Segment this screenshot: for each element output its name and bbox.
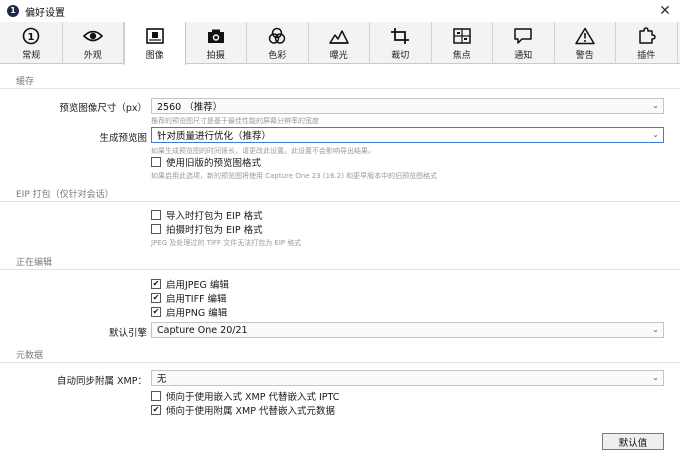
prefer-embedded-xmp-label: 倾向于使用嵌入式 XMP 代替嵌入式 IPTC xyxy=(166,392,340,403)
tab-label: 裁切 xyxy=(391,51,410,61)
eip-import-checkbox[interactable] xyxy=(151,210,161,220)
preview-size-value: 2560 （推荐） xyxy=(157,102,223,113)
tiff-editing-checkbox[interactable]: ✔ xyxy=(151,293,161,303)
tab-focus[interactable]: 焦点 xyxy=(432,22,493,64)
tab-plugins[interactable]: 插件 xyxy=(616,22,678,64)
divider xyxy=(0,88,680,89)
jpeg-editing-label: 启用JPEG 编辑 xyxy=(166,280,229,291)
tab-crop[interactable]: 裁切 xyxy=(370,22,432,64)
divider xyxy=(0,201,680,202)
tab-notifications[interactable]: 通知 xyxy=(493,22,555,64)
tab-exposure[interactable]: 曝光 xyxy=(309,22,370,64)
default-engine-value: Capture One 20/21 xyxy=(157,324,248,336)
preview-size-select[interactable]: 2560 （推荐） ⌄ xyxy=(151,98,664,114)
tab-label: 通知 xyxy=(514,51,533,61)
prefer-sidecar-xmp-label: 倾向于使用附属 XMP 代替嵌入式元数据 xyxy=(166,406,335,417)
section-header-editing: 正在编辑 xyxy=(16,258,53,268)
divider xyxy=(0,269,680,270)
tab-label: 曝光 xyxy=(329,51,348,61)
info-circle-icon: 1 xyxy=(22,27,40,45)
default-engine-label: 默认引擎 xyxy=(108,328,147,339)
generate-preview-label: 生成预览图 xyxy=(99,133,147,144)
eip-import-checkbox-row[interactable]: 导入时打包为 EIP 格式 xyxy=(151,209,263,222)
prefer-embedded-xmp-checkbox-row[interactable]: 倾向于使用嵌入式 XMP 代替嵌入式 IPTC xyxy=(151,390,340,403)
legacy-preview-checkbox-row[interactable]: 使用旧版的预览图格式 xyxy=(151,156,262,169)
crop-icon xyxy=(391,28,410,44)
color-circles-icon xyxy=(269,27,286,44)
tab-warnings[interactable]: 警告 xyxy=(555,22,616,64)
exposure-mountain-icon xyxy=(329,30,349,44)
sync-xmp-value: 无 xyxy=(157,374,167,385)
tab-label: 外观 xyxy=(83,51,102,61)
camera-icon xyxy=(207,29,224,43)
legacy-preview-label: 使用旧版的预览图格式 xyxy=(166,158,262,169)
speech-bubble-icon xyxy=(514,28,532,44)
tiff-editing-label: 启用TIFF 编辑 xyxy=(166,294,227,305)
png-editing-checkbox-row[interactable]: ✔ 启用PNG 编辑 xyxy=(151,306,228,319)
generate-preview-select[interactable]: 针对质量进行优化（推荐） ⌄ xyxy=(151,127,664,143)
focus-icon xyxy=(453,28,471,44)
tab-general[interactable]: 1 常规 xyxy=(1,22,63,64)
preview-size-label: 预览图像尺寸（px） xyxy=(59,103,147,114)
svg-text:1: 1 xyxy=(28,32,35,43)
sync-xmp-label: 自动同步附属 XMP： xyxy=(57,376,147,387)
jpeg-editing-checkbox[interactable]: ✔ xyxy=(151,279,161,289)
tab-label: 插件 xyxy=(637,51,656,61)
tab-appearance[interactable]: 外观 xyxy=(63,22,124,64)
tab-capture[interactable]: 拍摄 xyxy=(186,22,247,64)
eye-icon xyxy=(82,30,103,42)
preferences-tab-bar: 1 常规 外观 图像 拍摄 色彩 曝光 裁切 焦点 通知 警告 插件 xyxy=(0,22,680,65)
prefer-sidecar-xmp-checkbox[interactable]: ✔ xyxy=(151,405,161,415)
chevron-down-icon: ⌄ xyxy=(652,325,659,334)
preview-size-hint: 推荐的预览图尺寸是基于最佳性能的屏幕分辨率的宽度 xyxy=(151,117,319,125)
tab-image[interactable]: 图像 xyxy=(124,22,186,65)
eip-capture-checkbox-row[interactable]: 拍摄时打包为 EIP 格式 xyxy=(151,223,263,236)
tab-label: 拍摄 xyxy=(206,51,225,61)
generate-preview-value: 针对质量进行优化（推荐） xyxy=(157,131,272,142)
legacy-preview-checkbox[interactable] xyxy=(151,157,161,167)
image-frame-icon xyxy=(145,28,164,44)
chevron-down-icon: ⌄ xyxy=(652,101,659,110)
jpeg-editing-checkbox-row[interactable]: ✔ 启用JPEG 编辑 xyxy=(151,278,229,291)
tab-label: 常规 xyxy=(22,51,41,61)
prefer-embedded-xmp-checkbox[interactable] xyxy=(151,391,161,401)
close-button[interactable]: ✕ xyxy=(656,2,674,20)
app-logo-icon: 1 xyxy=(7,5,19,17)
close-icon: ✕ xyxy=(659,3,671,19)
chevron-down-icon: ⌄ xyxy=(652,130,659,139)
tab-color[interactable]: 色彩 xyxy=(247,22,309,64)
eip-capture-checkbox[interactable] xyxy=(151,224,161,234)
png-editing-checkbox[interactable]: ✔ xyxy=(151,307,161,317)
prefer-sidecar-xmp-checkbox-row[interactable]: ✔ 倾向于使用附属 XMP 代替嵌入式元数据 xyxy=(151,404,335,417)
sync-xmp-select[interactable]: 无 ⌄ xyxy=(151,370,664,386)
section-header-cache: 缓存 xyxy=(16,77,35,87)
puzzle-piece-icon xyxy=(639,27,656,44)
warning-triangle-icon xyxy=(575,27,595,45)
legacy-preview-hint: 如果启用此选项，新的预览图将使用 Capture One 23 (16.2) 和… xyxy=(151,172,438,180)
png-editing-label: 启用PNG 编辑 xyxy=(166,308,228,319)
tab-label: 图像 xyxy=(145,51,164,61)
section-header-eip: EIP 打包（仅针对会话） xyxy=(16,190,114,200)
tab-label: 警告 xyxy=(575,51,594,61)
tab-label: 色彩 xyxy=(268,51,287,61)
restore-defaults-button[interactable]: 默认值 xyxy=(602,433,664,450)
eip-hint: JPEG 及处理过的 TIFF 文件无法打包为 EIP 格式 xyxy=(151,239,302,247)
default-engine-select[interactable]: Capture One 20/21 ⌄ xyxy=(151,322,664,338)
chevron-down-icon: ⌄ xyxy=(652,373,659,382)
tab-label: 焦点 xyxy=(452,51,471,61)
eip-capture-label: 拍摄时打包为 EIP 格式 xyxy=(166,225,263,236)
section-header-metadata: 元数据 xyxy=(16,351,44,361)
tiff-editing-checkbox-row[interactable]: ✔ 启用TIFF 编辑 xyxy=(151,292,227,305)
divider xyxy=(0,362,680,363)
window-title: 偏好设置 xyxy=(25,7,65,19)
title-bar: 1 偏好设置 ✕ xyxy=(0,0,680,22)
eip-import-label: 导入时打包为 EIP 格式 xyxy=(166,211,263,222)
